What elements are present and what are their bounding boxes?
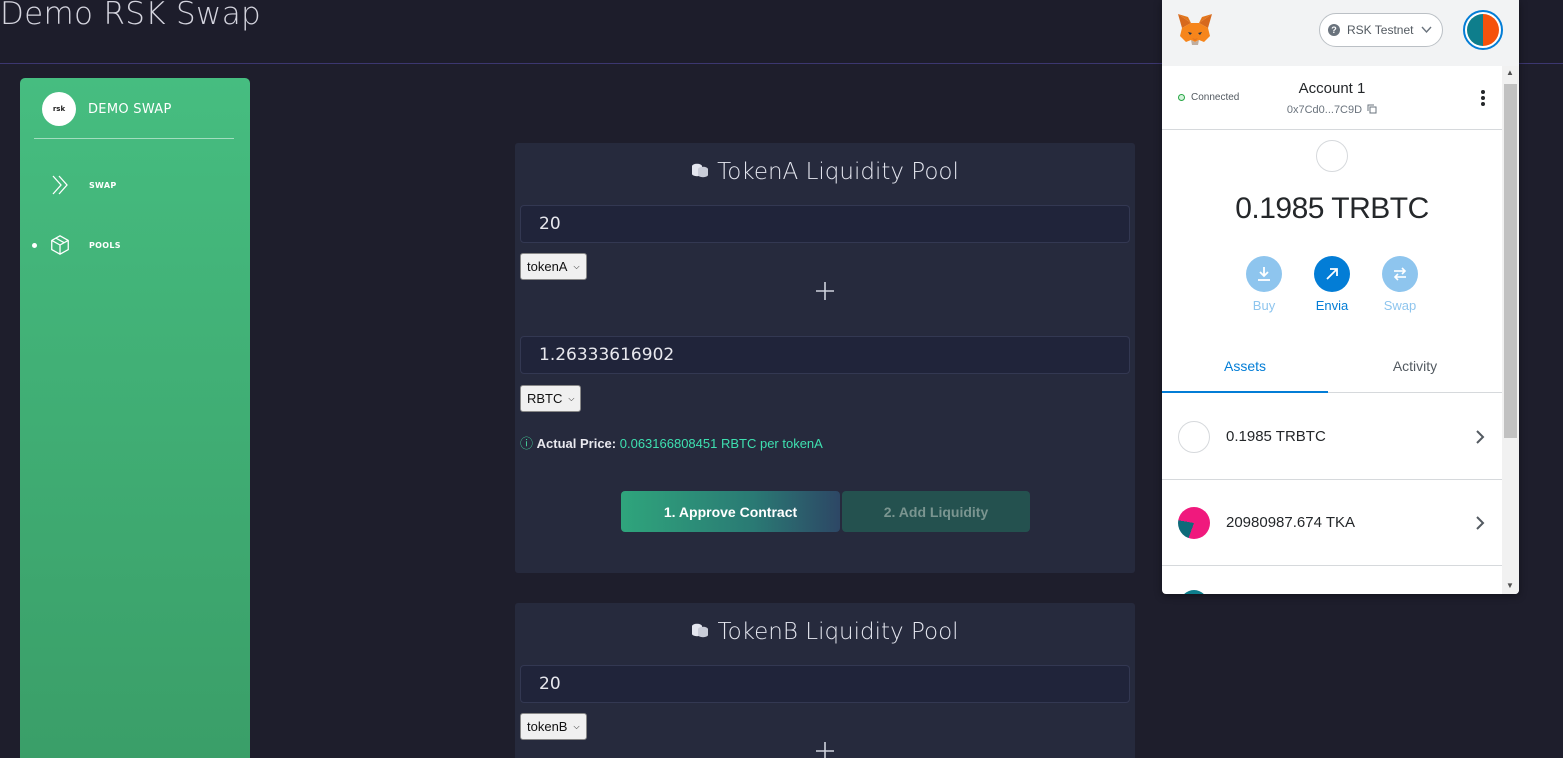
token-icon-partial xyxy=(1180,590,1208,594)
asset-row[interactable]: 20980987.674 TKA xyxy=(1162,480,1502,566)
tokena-amount-input[interactable] xyxy=(520,205,1130,243)
select-value: RBTC xyxy=(527,391,563,406)
coins-icon xyxy=(692,623,709,638)
tokenb-amount-input[interactable] xyxy=(520,665,1130,703)
metamask-header: ? RSK Testnet xyxy=(1162,0,1519,66)
sidebar: rsk DEMO SWAP SWAP POOLS xyxy=(20,78,250,758)
balance-amount: 0.1985 TRBTC xyxy=(1235,192,1429,225)
copy-icon xyxy=(1367,104,1377,114)
chevron-down-icon: ⌵ xyxy=(573,261,580,271)
buy-button[interactable]: Buy xyxy=(1239,256,1289,313)
send-label: Envia xyxy=(1315,298,1349,313)
swap-label: Swap xyxy=(1383,298,1417,313)
sidebar-item-label: SWAP xyxy=(89,180,117,190)
plus-icon xyxy=(816,282,834,300)
chevron-down-icon: ⌵ xyxy=(573,721,580,731)
account-address[interactable]: 0x7Cd0...7C9D xyxy=(1262,104,1402,116)
metamask-fox-icon[interactable] xyxy=(1176,12,1214,48)
active-indicator xyxy=(32,242,37,248)
brand[interactable]: rsk DEMO SWAP xyxy=(42,92,172,126)
select-value: tokenB xyxy=(527,719,568,734)
buy-label: Buy xyxy=(1252,298,1276,313)
select-value: tokenA xyxy=(527,259,568,274)
pool-title-text: TokenA Liquidity Pool xyxy=(717,159,959,185)
connected-dot xyxy=(1178,94,1185,101)
sidebar-divider xyxy=(34,138,234,139)
sidebar-item-label: POOLS xyxy=(89,240,121,250)
swap-button[interactable]: Swap xyxy=(1375,256,1425,313)
actual-price: ⓘ Actual Price: 0.063166808451 RBTC per … xyxy=(520,433,823,452)
rbtc-amount-input[interactable] xyxy=(520,336,1130,374)
info-icon: ⓘ xyxy=(520,436,534,451)
tokenb-token-select[interactable]: tokenB ⌵ xyxy=(520,713,587,740)
pool-title: TokenB Liquidity Pool xyxy=(515,619,1135,645)
connected-label: Connected xyxy=(1191,92,1240,103)
account-bar: Connected Account 1 0x7Cd0...7C9D xyxy=(1162,66,1502,130)
tab-activity[interactable]: Activity xyxy=(1332,344,1498,393)
brand-name: DEMO SWAP xyxy=(88,101,172,117)
chevron-right-icon xyxy=(1476,429,1485,444)
price-value: 0.063166808451 RBTC per tokenA xyxy=(619,436,823,451)
sidebar-item-pools[interactable]: POOLS xyxy=(20,225,250,265)
address-text: 0x7Cd0...7C9D xyxy=(1286,104,1363,116)
plus-icon xyxy=(816,742,834,758)
scrollbar-thumb[interactable] xyxy=(1504,84,1517,438)
account-avatar[interactable] xyxy=(1463,10,1503,50)
sidebar-item-swap[interactable]: SWAP xyxy=(20,165,250,205)
download-icon xyxy=(1246,256,1282,292)
approve-contract-button[interactable]: 1. Approve Contract xyxy=(621,491,840,532)
metamask-tabs: Assets Activity xyxy=(1162,344,1502,393)
app-title: Demo RSK Swap xyxy=(0,0,261,32)
connection-status[interactable]: Connected xyxy=(1178,92,1239,103)
tokenb-pool-card: TokenB Liquidity Pool tokenB ⌵ xyxy=(515,603,1135,758)
tka-token-icon xyxy=(1178,506,1210,539)
rbtc-token-select[interactable]: RBTC ⌵ xyxy=(520,385,582,412)
token-icon xyxy=(1316,140,1348,172)
double-chevron-right-icon xyxy=(52,175,68,195)
tab-assets[interactable]: Assets xyxy=(1162,344,1328,393)
account-name: Account 1 xyxy=(1298,80,1366,97)
help-icon: ? xyxy=(1328,24,1340,36)
pool-title-text: TokenB Liquidity Pool xyxy=(717,619,959,645)
chevron-right-icon xyxy=(1476,515,1485,530)
add-liquidity-button[interactable]: 2. Add Liquidity xyxy=(842,491,1030,532)
send-arrow-icon xyxy=(1314,256,1350,292)
network-selector[interactable]: ? RSK Testnet xyxy=(1319,13,1443,47)
send-button[interactable]: Envia xyxy=(1307,256,1357,313)
scroll-down-icon[interactable]: ▼ xyxy=(1506,581,1514,590)
asset-row[interactable]: 0.1985 TRBTC xyxy=(1162,394,1502,480)
scrollbar[interactable]: ▲ ▼ xyxy=(1502,66,1519,594)
price-label: Actual Price: xyxy=(536,436,617,451)
asset-label: 0.1985 TRBTC xyxy=(1226,428,1326,445)
asset-label: 20980987.674 TKA xyxy=(1226,514,1356,531)
tokena-token-select[interactable]: tokenA ⌵ xyxy=(520,253,587,280)
chevron-down-icon xyxy=(1421,26,1433,34)
coins-icon xyxy=(692,163,709,178)
swap-icon xyxy=(1382,256,1418,292)
cube-icon xyxy=(51,235,69,255)
chevron-down-icon: ⌵ xyxy=(568,393,575,403)
kebab-menu-icon[interactable] xyxy=(1480,89,1486,107)
pool-title: TokenA Liquidity Pool xyxy=(515,159,1135,185)
tokena-pool-card: TokenA Liquidity Pool tokenA ⌵ RBTC ⌵ ⓘ Ac… xyxy=(515,143,1135,573)
metamask-popup: ? RSK Testnet Connected Account 1 0x7Cd0… xyxy=(1162,0,1519,594)
network-label: RSK Testnet xyxy=(1347,23,1414,37)
rsk-logo: rsk xyxy=(42,92,76,126)
trbtc-token-icon xyxy=(1178,420,1210,453)
scroll-up-icon[interactable]: ▲ xyxy=(1506,68,1514,77)
